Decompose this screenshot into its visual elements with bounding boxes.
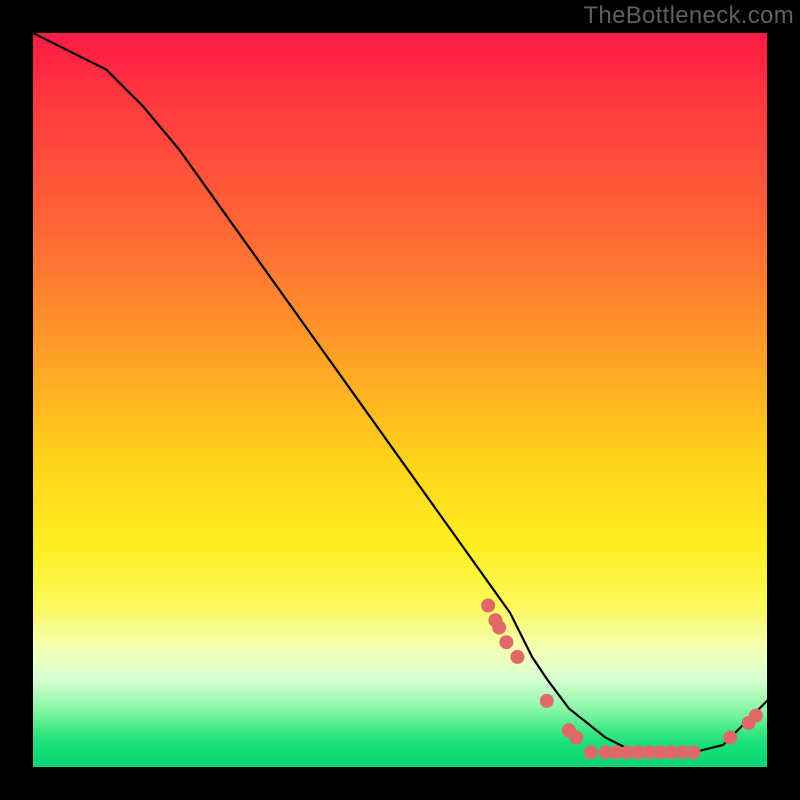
data-marker xyxy=(723,731,737,745)
data-marker xyxy=(687,745,701,759)
data-marker xyxy=(584,745,598,759)
plot-area xyxy=(33,33,767,767)
markers-group xyxy=(481,599,763,760)
data-marker xyxy=(492,621,506,635)
data-marker xyxy=(540,694,554,708)
watermark-text: TheBottleneck.com xyxy=(583,2,794,30)
data-marker xyxy=(569,731,583,745)
chart-svg xyxy=(33,33,767,767)
data-marker xyxy=(499,635,513,649)
data-marker xyxy=(481,599,495,613)
curve-line xyxy=(33,33,767,752)
data-marker xyxy=(749,709,763,723)
chart-frame: TheBottleneck.com xyxy=(0,0,800,800)
data-marker xyxy=(510,650,524,664)
